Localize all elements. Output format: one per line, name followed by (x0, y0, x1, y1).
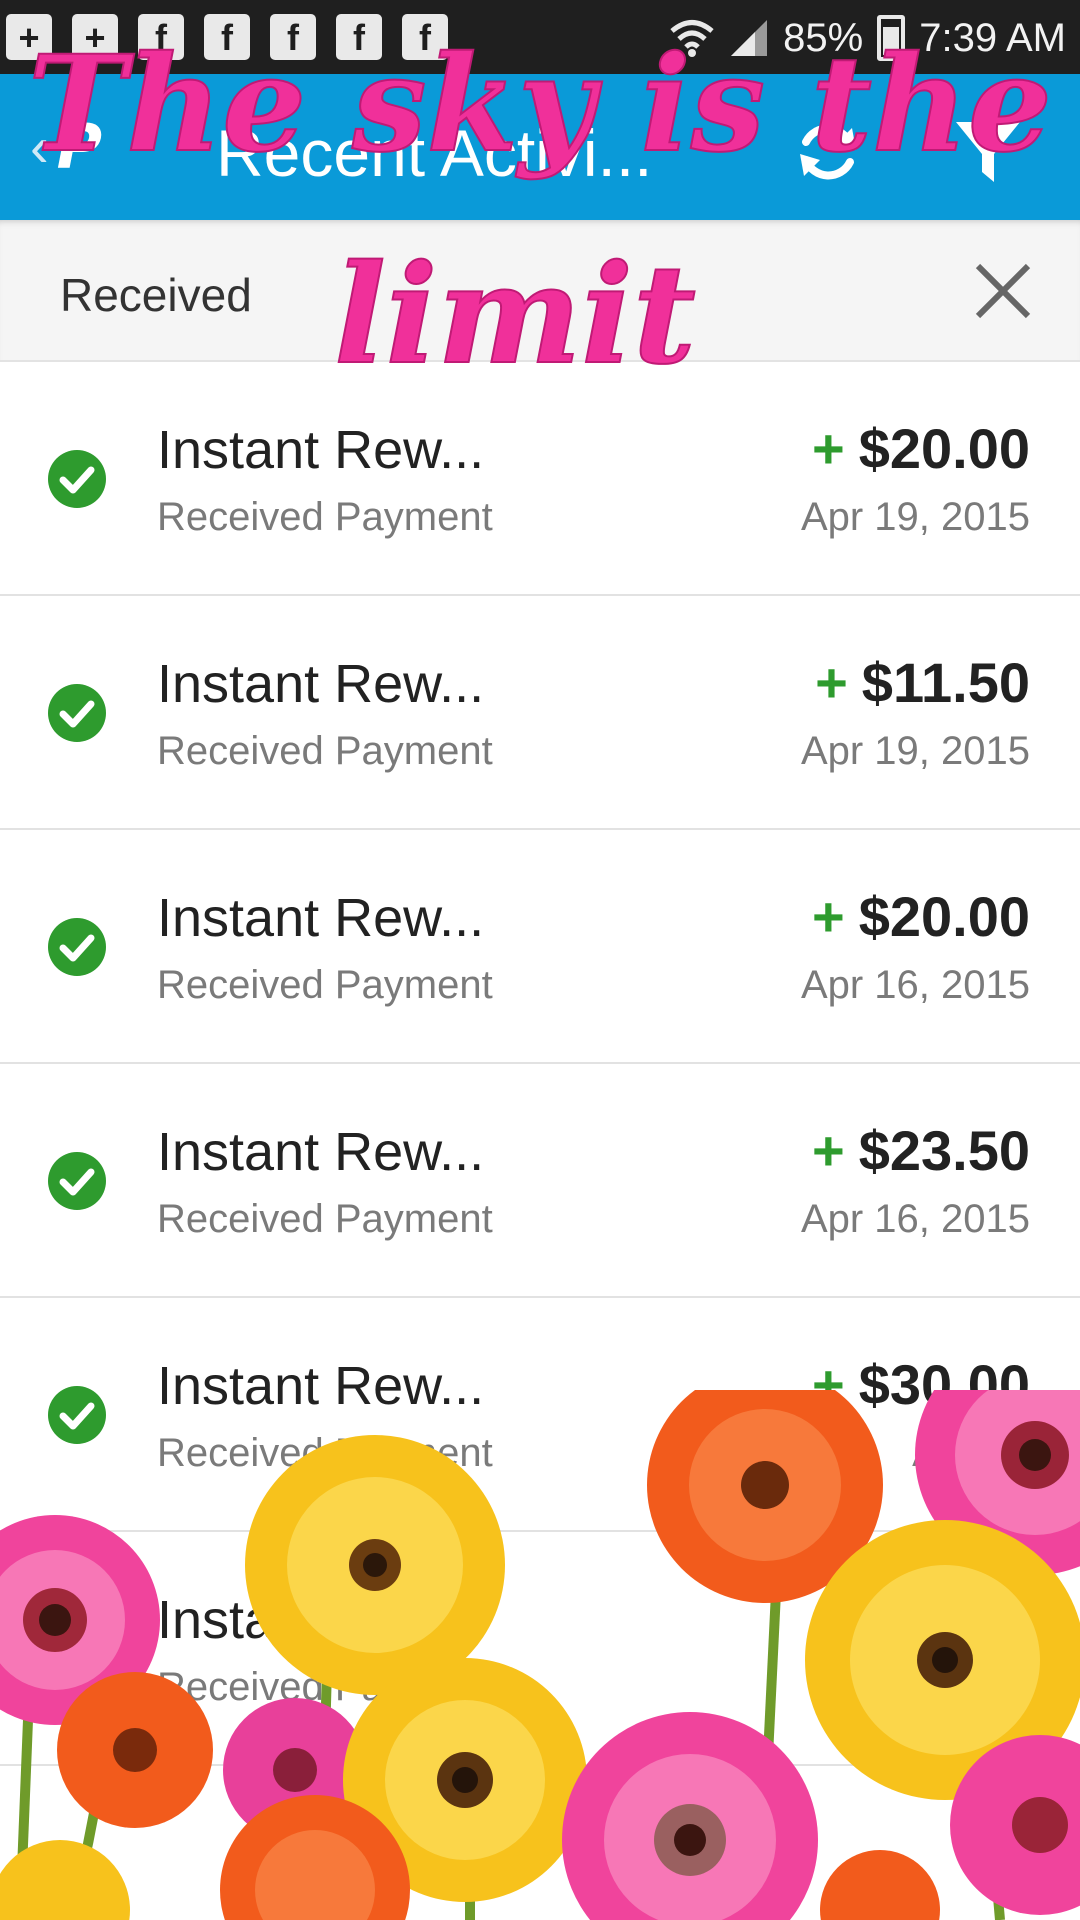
flower-yellow-bottom-left (0, 1840, 130, 1920)
filter-icon[interactable] (950, 114, 1026, 190)
transaction-name: Instant Rew... (157, 1590, 485, 1650)
amount-value: $20.00 (858, 885, 1030, 948)
check-circle-icon (48, 684, 106, 742)
check-circle-icon (48, 1386, 106, 1444)
status-indicators: 85% 7:39 AM (669, 8, 1066, 68)
transaction-row[interactable]: Instant Rew... Received Payment + $11.50 … (0, 596, 1080, 830)
transaction-date: Apr 16, 2015 (800, 1197, 1030, 1241)
transaction-amount: + $21.50 (812, 1588, 1030, 1650)
transaction-date: Apr 15 (912, 1431, 1030, 1475)
page-title: Recent Activi... (216, 116, 653, 190)
clock: 7:39 AM (919, 15, 1066, 60)
transaction-amount: + $23.50 (812, 1120, 1030, 1182)
plus-sign: + (812, 1119, 845, 1182)
transaction-date: Apr 16, 2015 (800, 963, 1030, 1007)
flower-orange-bottom (220, 1795, 410, 1920)
transaction-type: Received Payment (157, 729, 493, 773)
transaction-name: Instant Rew... (157, 654, 485, 714)
transaction-date: Apr 19, 2015 (800, 495, 1030, 539)
plus-sign: + (815, 651, 848, 714)
transaction-row[interactable]: Instant Rew... Received Payment + $20.00 … (0, 362, 1080, 596)
notification-icons: + + f f f f f (6, 14, 448, 60)
check-circle-icon (48, 1152, 106, 1210)
plus-sign: + (812, 1353, 845, 1416)
plus-sign: + (812, 885, 845, 948)
paypal-logo: P (56, 110, 103, 183)
signal-icon (731, 20, 768, 56)
facebook-notification-icon: f (336, 14, 382, 60)
facebook-notification-icon: f (402, 14, 448, 60)
transaction-type: Received Payment (157, 1431, 493, 1475)
refresh-icon[interactable] (790, 114, 866, 190)
amount-value: $20.00 (858, 417, 1030, 480)
battery-percent: 85% (783, 15, 864, 60)
close-icon[interactable] (972, 260, 1034, 322)
notification-add-icon: + (72, 14, 118, 60)
amount-value: $23.50 (858, 1119, 1030, 1182)
amount-value: $21.50 (858, 1587, 1030, 1650)
plus-sign: + (812, 417, 845, 480)
app-bar: ‹ P Recent Activi... (0, 74, 1080, 220)
transaction-type: Received Payment (157, 1665, 493, 1709)
facebook-notification-icon: f (204, 14, 250, 60)
check-circle-icon (48, 918, 106, 976)
chevron-left-icon: ‹ (30, 115, 49, 178)
transaction-row[interactable]: Instant Rew... Received Payment + $30.00 … (0, 1298, 1080, 1532)
transaction-date: Apr 19, 2015 (800, 729, 1030, 773)
check-circle-icon (48, 450, 106, 508)
transaction-amount: + $20.00 (812, 886, 1030, 948)
transaction-name: Instant Rew... (157, 1122, 485, 1182)
check-circle-icon (48, 1620, 106, 1678)
back-button[interactable]: ‹ P (30, 114, 150, 180)
transaction-amount: + $11.50 (815, 652, 1030, 714)
transaction-type: Received Payment (157, 1197, 493, 1241)
facebook-notification-icon: f (270, 14, 316, 60)
transaction-amount: + $20.00 (812, 418, 1030, 480)
battery-icon (877, 15, 906, 61)
transaction-list: Instant Rew... Received Payment + $20.00 … (0, 362, 1080, 1766)
plus-sign: + (812, 1587, 845, 1650)
filter-bar: Received (0, 220, 1080, 362)
notification-add-icon: + (6, 14, 52, 60)
transaction-amount: + $30.00 (812, 1354, 1030, 1416)
transaction-name: Instant Rew... (157, 1356, 485, 1416)
flower-orange-bottom-right (820, 1850, 940, 1920)
transaction-name: Instant Rew... (157, 888, 485, 948)
transaction-row[interactable]: Instant Rew... Received Payment + $21.50 (0, 1532, 1080, 1766)
amount-value: $11.50 (861, 651, 1030, 714)
transaction-name: Instant Rew... (157, 420, 485, 480)
transaction-type: Received Payment (157, 963, 493, 1007)
wifi-icon (670, 20, 714, 57)
status-bar: + + f f f f f 85% 7:39 AM (0, 0, 1080, 74)
filter-label: Received (60, 269, 252, 321)
transaction-row[interactable]: Instant Rew... Received Payment + $20.00 … (0, 830, 1080, 1064)
transaction-row[interactable]: Instant Rew... Received Payment + $23.50 … (0, 1064, 1080, 1298)
transaction-type: Received Payment (157, 495, 493, 539)
facebook-notification-icon: f (138, 14, 184, 60)
amount-value: $30.00 (858, 1353, 1030, 1416)
